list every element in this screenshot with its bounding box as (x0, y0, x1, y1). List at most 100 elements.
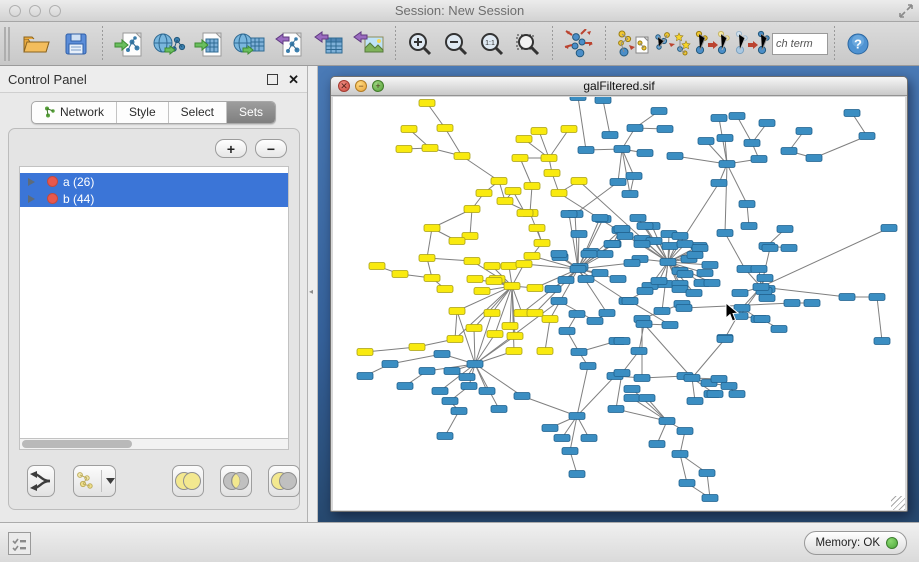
horizontal-scrollbar[interactable] (19, 438, 289, 450)
svg-text:?: ? (854, 36, 862, 51)
export-image-icon (353, 30, 385, 58)
create-set-from-selection-button[interactable] (73, 465, 116, 497)
apply-preferred-layout-button[interactable] (559, 25, 599, 63)
toolbar-separator (102, 26, 103, 62)
export-table-icon (313, 30, 345, 58)
select-first-neighbors-button[interactable] (652, 25, 692, 63)
import-network-from-file-button[interactable] (109, 25, 149, 63)
union-button[interactable] (172, 465, 204, 497)
resize-grip-icon[interactable] (891, 496, 905, 510)
venn-intersection-icon (221, 471, 251, 491)
tab-network-label: Network (60, 105, 104, 119)
save-session-button[interactable] (56, 25, 96, 63)
set-row-b[interactable]: b (44) (20, 190, 288, 207)
export-network-button[interactable] (269, 25, 309, 63)
expand-arrow-icon[interactable] (28, 178, 35, 186)
help-icon: ? (846, 32, 870, 56)
control-panel-title: Control Panel (8, 72, 267, 87)
tab-select[interactable]: Select (169, 102, 227, 123)
main-toolbar: 1:1 (0, 22, 919, 66)
toolbar-separator (552, 26, 553, 62)
set-actions-toolbar (27, 464, 283, 498)
set-label: b (44) (63, 192, 94, 206)
set-label: a (26) (63, 175, 94, 189)
new-network-from-selection-button[interactable] (612, 25, 652, 63)
export-image-button[interactable] (349, 25, 389, 63)
import-table-from-url-button[interactable] (229, 25, 269, 63)
add-set-button[interactable]: + (215, 139, 247, 158)
close-panel-icon[interactable]: ✕ (288, 74, 299, 85)
control-panel-header: Control Panel ✕ (0, 66, 307, 93)
toolbar-separator (395, 26, 396, 62)
combo-divider (101, 470, 102, 492)
control-panel: Control Panel ✕ Network Style Select Set… (0, 66, 308, 522)
import-network-from-url-button[interactable] (149, 25, 189, 63)
open-folder-icon (21, 31, 51, 57)
zoom-out-icon (443, 31, 469, 57)
network-svg (333, 97, 905, 510)
set-color-icon (47, 176, 58, 187)
zoom-fit-button[interactable]: 1:1 (474, 25, 510, 63)
new-network-selected-nodes-all-edges-button[interactable] (692, 25, 732, 63)
zoom-out-button[interactable] (438, 25, 474, 63)
zoom-selected-button[interactable] (510, 25, 546, 63)
task-monitor-button[interactable] (8, 532, 31, 555)
window-titlebar: Session: New Session (0, 0, 919, 22)
import-network-file-icon (113, 30, 145, 58)
expand-arrow-icon[interactable] (28, 195, 35, 203)
toolbar-separator (834, 26, 835, 62)
first-neighbors-icon (653, 29, 691, 59)
sets-panel: + − a (26) b (44) (8, 128, 300, 510)
sets-list[interactable]: a (26) b (44) (19, 166, 289, 438)
layout-icon (562, 29, 596, 59)
task-list-icon (12, 537, 27, 551)
zoom-fit-icon: 1:1 (479, 31, 505, 57)
search-input[interactable]: ch term (772, 33, 828, 55)
venn-union-icon (173, 471, 203, 491)
network-window-titlebar[interactable]: ✕ − + galFiltered.sif (331, 77, 907, 96)
set-row-a[interactable]: a (26) (20, 173, 288, 190)
toolbar-separator (605, 26, 606, 62)
tab-network[interactable]: Network (32, 102, 117, 123)
status-bar: Memory: OK (0, 522, 919, 562)
split-set-button[interactable] (27, 465, 55, 497)
import-table-file-icon (193, 30, 225, 58)
toolbar-drag-handle[interactable] (4, 27, 10, 61)
import-network-url-icon (152, 30, 186, 58)
memory-status-button[interactable]: Memory: OK (804, 531, 907, 555)
network-window[interactable]: ✕ − + galFiltered.sif (330, 76, 908, 512)
split-arrows-icon (28, 470, 54, 492)
float-panel-icon[interactable] (267, 74, 278, 85)
faded-network-icon (733, 29, 771, 59)
set-lasso-icon (74, 471, 96, 491)
panel-splitter[interactable]: ◂ (308, 66, 318, 522)
zoom-in-button[interactable] (402, 25, 438, 63)
chevron-down-icon[interactable] (106, 478, 115, 484)
new-network-selected-nodes-selected-edges-button[interactable] (732, 25, 772, 63)
remove-set-button[interactable]: − (255, 139, 287, 158)
tab-style-label: Style (129, 105, 156, 119)
zoom-selected-icon (515, 31, 541, 57)
import-table-from-file-button[interactable] (189, 25, 229, 63)
open-session-button[interactable] (16, 25, 56, 63)
scrollbar-thumb[interactable] (22, 440, 132, 448)
network-tab-icon (44, 106, 56, 118)
network-canvas[interactable] (333, 97, 905, 510)
fullscreen-icon[interactable] (898, 3, 914, 19)
help-button[interactable]: ? (841, 25, 875, 63)
memory-ok-icon (886, 537, 898, 549)
set-color-icon (47, 193, 58, 204)
collapse-panel-icon[interactable]: ◂ (309, 284, 316, 300)
export-network-icon (273, 30, 305, 58)
export-table-button[interactable] (309, 25, 349, 63)
svg-text:1:1: 1:1 (485, 40, 495, 47)
save-floppy-icon (63, 31, 89, 57)
import-table-url-icon (232, 30, 266, 58)
tab-sets[interactable]: Sets (227, 102, 275, 123)
venn-difference-icon (269, 471, 299, 491)
tab-style[interactable]: Style (117, 102, 169, 123)
control-panel-tabbar: Network Style Select Sets (0, 101, 307, 124)
intersection-button[interactable] (220, 465, 252, 497)
difference-button[interactable] (268, 465, 300, 497)
window-title: Session: New Session (0, 3, 919, 18)
